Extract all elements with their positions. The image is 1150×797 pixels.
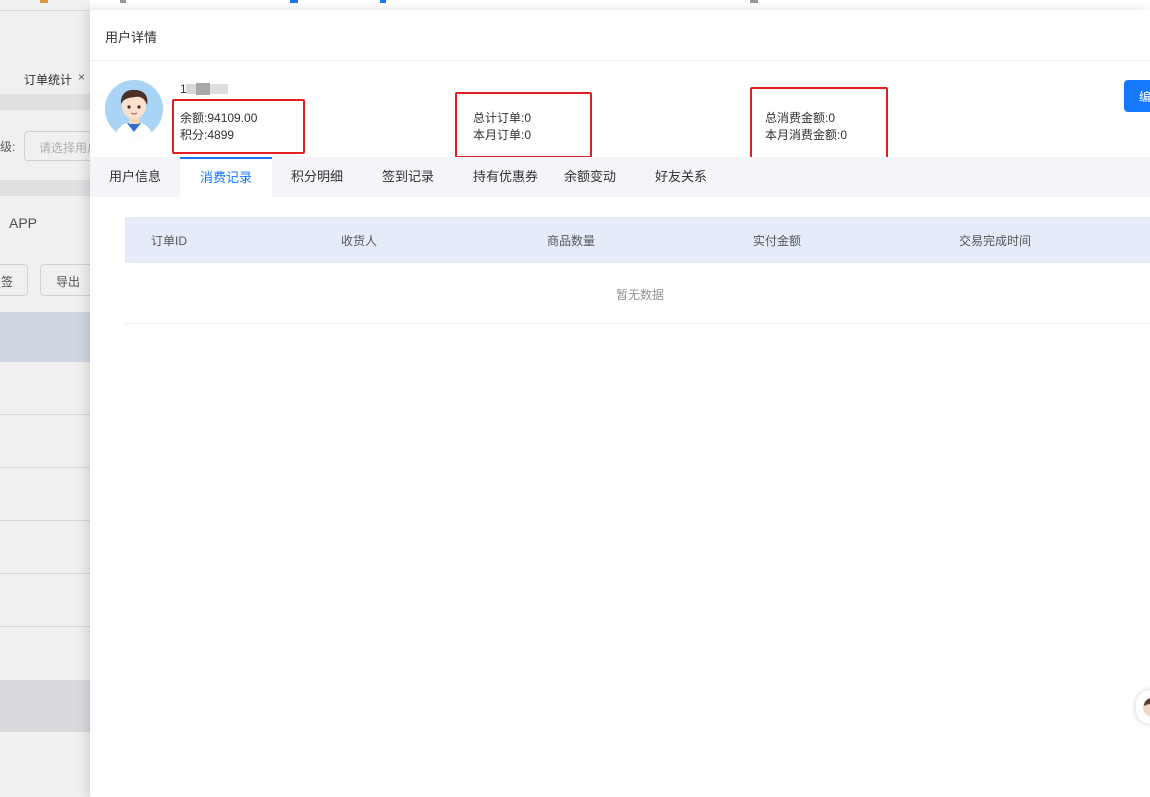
tab-points-details[interactable]: 积分明细 <box>291 157 343 197</box>
redacted-name-mask <box>196 83 210 95</box>
tab-friend-relations[interactable]: 好友关系 <box>655 157 707 197</box>
highlight-box-balance <box>172 99 305 154</box>
redacted-name-mask <box>210 84 228 94</box>
column-header-paid-amount: 实付金额 <box>753 234 802 248</box>
top-bar-marks <box>40 0 758 3</box>
column-header-quantity: 商品数量 <box>547 234 596 248</box>
column-header-receiver: 收货人 <box>341 234 378 248</box>
table-header: 订单ID 收货人 商品数量 实付金额 交易完成时间 <box>125 217 1150 263</box>
avatar-icon <box>105 80 163 138</box>
highlight-box-spend <box>750 87 888 159</box>
empty-text: 暂无数据 <box>616 288 665 302</box>
drawer-mask[interactable] <box>0 0 90 797</box>
service-avatar-icon <box>1143 697 1150 717</box>
avatar <box>105 80 163 138</box>
tab-user-info[interactable]: 用户信息 <box>109 157 161 197</box>
floating-service-avatar[interactable] <box>1136 690 1150 724</box>
tab-balance-changes[interactable]: 余额变动 <box>564 157 616 197</box>
edit-button[interactable]: 编 <box>1124 80 1150 112</box>
redacted-name-mask <box>186 84 196 94</box>
tab-checkin-records[interactable]: 签到记录 <box>382 157 434 197</box>
edit-button-label: 编 <box>1139 90 1150 104</box>
drawer-header: 用户详情 <box>90 10 1150 61</box>
tab-consumption-records[interactable]: 消费记录 <box>180 157 272 197</box>
table-empty-row: 暂无数据 <box>125 263 1150 324</box>
tab-coupons[interactable]: 持有优惠券 <box>473 157 538 197</box>
column-header-completion-time: 交易完成时间 <box>959 234 1032 248</box>
drawer-title: 用户详情 <box>105 30 158 45</box>
user-detail-drawer: 用户详情 1 余额:94109.00 积分:4899 总计订单:0 本月订单:0 <box>90 10 1150 797</box>
detail-tabs: 用户信息 消费记录 积分明细 签到记录 持有优惠券 余额变动 好友关系 <box>90 157 1150 197</box>
column-header-order-id: 订单ID <box>151 234 188 248</box>
highlight-box-orders <box>455 92 592 158</box>
